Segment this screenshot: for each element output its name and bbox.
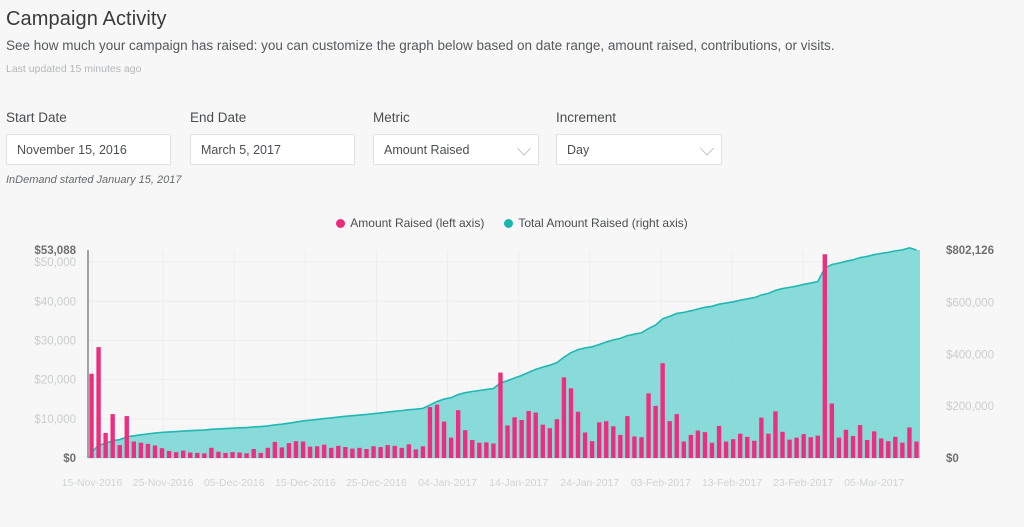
end-date-group: End Date March 5, 2017 bbox=[190, 110, 355, 165]
metric-group: Metric Amount Raised bbox=[373, 110, 539, 165]
x-axis-tick-label: 05-Dec-2016 bbox=[204, 477, 265, 489]
legend-dot-teal-icon bbox=[504, 218, 514, 228]
chevron-down-icon bbox=[699, 140, 715, 156]
chevron-down-icon bbox=[516, 140, 532, 156]
x-axis-tick-label: 04-Jan-2017 bbox=[418, 477, 477, 489]
x-axis-tick-label: 15-Nov-2016 bbox=[62, 477, 123, 489]
x-axis-tick-label: 24-Jan-2017 bbox=[560, 477, 619, 489]
start-date-group: Start Date November 15, 2016 bbox=[6, 110, 171, 165]
legend-dot-pink-icon bbox=[336, 218, 346, 228]
indemand-note: InDemand started January 15, 2017 bbox=[6, 174, 182, 186]
start-date-input[interactable]: November 15, 2016 bbox=[6, 134, 171, 165]
metric-value: Amount Raised bbox=[384, 142, 470, 157]
right-axis-tick-label: $400,000 bbox=[946, 349, 994, 361]
campaign-activity-chart[interactable]: $0 $10,000 $20,000 $30,000 $40,000 $50,000$53… bbox=[0, 240, 1024, 527]
end-date-label: End Date bbox=[190, 110, 247, 125]
x-axis-tick-label: 05-Mar-2017 bbox=[844, 477, 904, 489]
x-axis-tick-label: 23-Feb-2017 bbox=[773, 477, 833, 489]
last-updated-text: Last updated 15 minutes ago bbox=[6, 63, 142, 75]
left-axis-max-label: $53,088 bbox=[34, 245, 76, 257]
right-axis-tick-label: $600,000 bbox=[946, 297, 994, 309]
end-date-input[interactable]: March 5, 2017 bbox=[190, 134, 355, 165]
left-axis-tick-label: $50,000 bbox=[34, 257, 76, 269]
page-subtitle: See how much your campaign has raised: y… bbox=[6, 38, 835, 53]
left-axis-tick-label: $0 bbox=[63, 453, 76, 465]
chart-legend: Amount Raised (left axis) Total Amount R… bbox=[0, 216, 1024, 230]
metric-select[interactable]: Amount Raised bbox=[373, 134, 539, 165]
legend-label-total-amount-raised: Total Amount Raised (right axis) bbox=[518, 216, 688, 230]
start-date-label: Start Date bbox=[6, 110, 67, 125]
page-title: Campaign Activity bbox=[6, 8, 167, 30]
left-axis-tick-label: $30,000 bbox=[34, 335, 76, 347]
right-axis-tick-label: $0 bbox=[946, 453, 959, 465]
filters-bar: Start Date November 15, 2016 End Date Ma… bbox=[6, 110, 722, 165]
x-axis-tick-label: 25-Nov-2016 bbox=[133, 477, 194, 489]
increment-group: Increment Day bbox=[556, 110, 722, 165]
increment-label: Increment bbox=[556, 110, 617, 125]
start-date-value: November 15, 2016 bbox=[17, 142, 127, 157]
legend-item-total-amount-raised[interactable]: Total Amount Raised (right axis) bbox=[504, 216, 688, 230]
left-axis-tick-label: $40,000 bbox=[34, 296, 76, 308]
campaign-activity-page: Campaign Activity See how much your camp… bbox=[0, 0, 1024, 527]
chart-container: $0 $10,000 $20,000 $30,000 $40,000 $50,000 $53… bbox=[0, 240, 1024, 527]
x-axis-tick-label: 25-Dec-2016 bbox=[346, 477, 407, 489]
increment-value: Day bbox=[567, 142, 590, 157]
x-axis-tick-label: 03-Feb-2017 bbox=[631, 477, 691, 489]
legend-label-amount-raised: Amount Raised (left axis) bbox=[350, 216, 485, 230]
x-axis-tick-label: 15-Dec-2016 bbox=[275, 477, 336, 489]
left-axis-tick-label: $10,000 bbox=[34, 414, 76, 426]
right-axis-tick-label: $200,000 bbox=[946, 401, 994, 413]
x-axis-tick-label: 14-Jan-2017 bbox=[489, 477, 548, 489]
x-axis-tick-label: 13-Feb-2017 bbox=[702, 477, 762, 489]
right-axis-max-label: $802,126 bbox=[946, 245, 994, 257]
left-axis-tick-label: $20,000 bbox=[34, 375, 76, 387]
metric-label: Metric bbox=[373, 110, 410, 125]
legend-item-amount-raised[interactable]: Amount Raised (left axis) bbox=[336, 216, 484, 230]
increment-select[interactable]: Day bbox=[556, 134, 722, 165]
end-date-value: March 5, 2017 bbox=[201, 142, 281, 157]
